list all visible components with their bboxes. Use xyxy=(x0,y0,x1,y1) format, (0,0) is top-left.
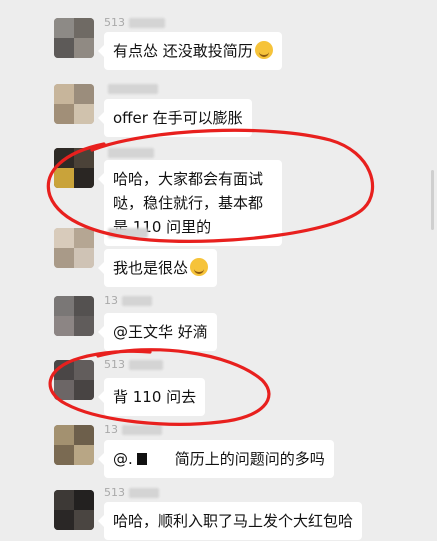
sender-name: 513 xyxy=(104,16,165,29)
avatar[interactable] xyxy=(54,84,94,124)
message-bubble[interactable]: offer 在手可以膨胀 xyxy=(98,99,252,137)
sender-name: 513 xyxy=(104,486,159,499)
avatar[interactable] xyxy=(54,18,94,58)
message-bubble[interactable]: @王文华 好滴 xyxy=(98,313,217,351)
avatar[interactable] xyxy=(54,490,94,530)
sender-name xyxy=(104,226,148,239)
message-bubble[interactable]: 有点怂 还没敢投简历 xyxy=(98,32,282,70)
avatar[interactable] xyxy=(54,228,94,268)
avatar[interactable] xyxy=(54,296,94,336)
message-text: 哈哈，顺利入职了马上发个大红包哈 xyxy=(113,512,354,530)
sender-name xyxy=(104,146,154,159)
crying-laughing-emoji-icon xyxy=(254,41,273,59)
sender-name: 13 xyxy=(104,294,152,307)
sender-name: 513 xyxy=(104,358,163,371)
scrollbar[interactable] xyxy=(431,170,434,230)
sender-name xyxy=(104,82,158,95)
sender-name: 13 xyxy=(104,423,162,436)
message-bubble[interactable]: 背 110 问去 xyxy=(97,378,206,416)
redaction-mark xyxy=(136,453,147,465)
message-bubble[interactable]: @. 简历上的问题问的多吗 xyxy=(98,440,334,478)
avatar[interactable] xyxy=(54,360,94,400)
message-bubble[interactable]: 我也是很怂 xyxy=(97,249,218,287)
message-text: @王文华 好滴 xyxy=(113,323,208,341)
avatar[interactable] xyxy=(54,425,94,465)
message-text: 背 110 问去 xyxy=(113,388,197,406)
message-bubble[interactable]: 哈哈，顺利入职了马上发个大红包哈 xyxy=(97,502,363,540)
message-text: offer 在手可以膨胀 xyxy=(113,109,243,127)
mention-text: @. xyxy=(113,450,133,468)
avatar[interactable] xyxy=(54,148,94,188)
message-text: 有点怂 还没敢投简历 xyxy=(113,42,253,60)
message-text: 简历上的问题问的多吗 xyxy=(174,450,325,468)
message-text: 我也是很怂 xyxy=(113,259,189,277)
crying-laughing-emoji-icon xyxy=(190,258,209,276)
